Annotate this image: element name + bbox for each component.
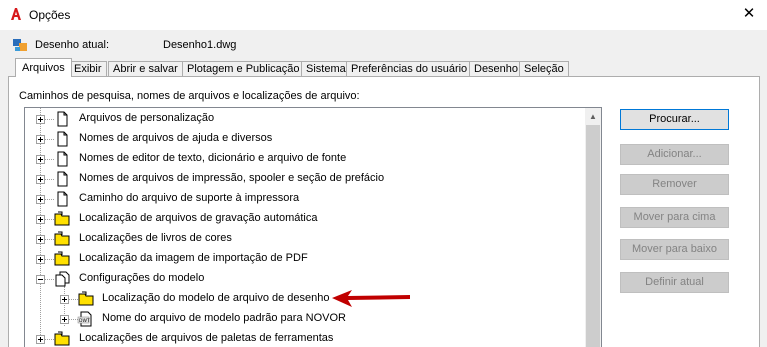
tree-item[interactable]: Nomes de arquivos de ajuda e diversos	[25, 129, 585, 149]
tree-item[interactable]: Localizações de arquivos de paletas de f…	[25, 329, 585, 347]
folder-icon	[78, 291, 94, 306]
drawing-file-icon	[13, 39, 27, 51]
browse-button[interactable]: Procurar...	[620, 109, 729, 130]
tree-item[interactable]: Localizações de livros de cores	[25, 229, 585, 249]
red-arrow-icon	[332, 290, 410, 307]
tree-item[interactable]: Nomes de editor de texto, dicionário e a…	[25, 149, 585, 169]
dwt-file-icon: DWT	[77, 311, 92, 327]
window-title: Opções	[29, 8, 71, 22]
tree-item[interactable]: Localização de arquivos de gravação auto…	[25, 209, 585, 229]
tab-selecao[interactable]: Seleção	[519, 61, 569, 76]
tree-item-label: Localizações de arquivos de paletas de f…	[79, 332, 334, 344]
tab-preferencias-do-usuario[interactable]: Preferências do usuário	[346, 61, 473, 76]
tree-item-label: Caminho do arquivo de suporte à impresso…	[79, 192, 300, 204]
document-icon	[57, 191, 68, 207]
folder-icon	[54, 331, 70, 346]
svg-text:DWT: DWT	[79, 318, 90, 324]
tab-sistema[interactable]: Sistema	[301, 61, 351, 76]
vertical-scrollbar[interactable]: ▲	[585, 108, 601, 347]
autocad-logo-icon	[11, 8, 21, 20]
tree-item-label: Nomes de arquivos de ajuda e diversos	[79, 132, 273, 144]
document-icon	[57, 171, 68, 187]
tree-item-label: Nomes de editor de texto, dicionário e a…	[79, 152, 347, 164]
folder-icon	[54, 211, 70, 226]
expand-icon[interactable]	[36, 215, 45, 224]
folder-icon	[54, 251, 70, 266]
tree-item-child[interactable]: DWT Nome do arquivo de modelo padrão par…	[25, 309, 585, 329]
document-icon	[57, 151, 68, 167]
documents-icon	[55, 271, 70, 287]
tree-item-label: Localização da imagem de importação de P…	[79, 252, 308, 264]
tab-desenho[interactable]: Desenho	[469, 61, 524, 76]
tree-item-label: Nomes de arquivos de impressão, spooler …	[79, 172, 385, 184]
document-icon	[57, 111, 68, 127]
close-button[interactable]: ✕	[738, 4, 760, 24]
tree-item-label: Localização do modelo de arquivo de dese…	[102, 292, 330, 304]
tree-item-label: Localização de arquivos de gravação auto…	[79, 212, 318, 224]
tab-arquivos[interactable]: Arquivos	[15, 58, 72, 77]
current-drawing-label: Desenho atual:	[35, 39, 109, 51]
expand-icon[interactable]	[36, 135, 45, 144]
move-up-button[interactable]: Mover para cima	[620, 207, 729, 228]
section-label: Caminhos de pesquisa, nomes de arquivos …	[19, 90, 360, 102]
move-down-button[interactable]: Mover para baixo	[620, 239, 729, 260]
add-button[interactable]: Adicionar...	[620, 144, 729, 165]
tree-item-expanded[interactable]: Configurações do modelo	[25, 269, 585, 289]
expand-icon[interactable]	[36, 155, 45, 164]
title-bar: Opções ✕	[0, 0, 767, 30]
tree-item-label: Localizações de livros de cores	[79, 232, 232, 244]
set-current-button[interactable]: Definir atual	[620, 272, 729, 293]
tree-item[interactable]: Nomes de arquivos de impressão, spooler …	[25, 169, 585, 189]
expand-icon[interactable]	[36, 255, 45, 264]
file-paths-tree[interactable]: Arquivos de personalização Nomes de arqu…	[24, 107, 602, 347]
tree-item-child[interactable]: Localização do modelo de arquivo de dese…	[25, 289, 585, 309]
tree-item-label: Configurações do modelo	[79, 272, 205, 284]
scroll-thumb[interactable]	[586, 125, 600, 347]
expand-icon[interactable]	[60, 295, 69, 304]
expand-icon[interactable]	[36, 115, 45, 124]
expand-icon[interactable]	[36, 195, 45, 204]
tab-abrir-e-salvar[interactable]: Abrir e salvar	[108, 61, 183, 76]
folder-icon	[54, 231, 70, 246]
expand-icon[interactable]	[36, 335, 45, 344]
expand-icon[interactable]	[36, 175, 45, 184]
document-icon	[57, 131, 68, 147]
remove-button[interactable]: Remover	[620, 174, 729, 195]
tree-item-label: Arquivos de personalização	[79, 112, 215, 124]
scroll-up-arrow-icon[interactable]: ▲	[585, 108, 601, 125]
tree-item[interactable]: Caminho do arquivo de suporte à impresso…	[25, 189, 585, 209]
expand-icon[interactable]	[60, 315, 69, 324]
expand-icon[interactable]	[36, 235, 45, 244]
tree-item-label: Nome do arquivo de modelo padrão para NO…	[102, 312, 346, 324]
current-drawing-value: Desenho1.dwg	[163, 39, 237, 51]
tree-item[interactable]: Arquivos de personalização	[25, 109, 585, 129]
tree-item[interactable]: Localização da imagem de importação de P…	[25, 249, 585, 269]
collapse-icon[interactable]	[36, 275, 45, 284]
tab-exibir[interactable]: Exibir	[69, 61, 107, 76]
tab-plotagem-e-publicacao[interactable]: Plotagem e Publicação	[182, 61, 305, 76]
